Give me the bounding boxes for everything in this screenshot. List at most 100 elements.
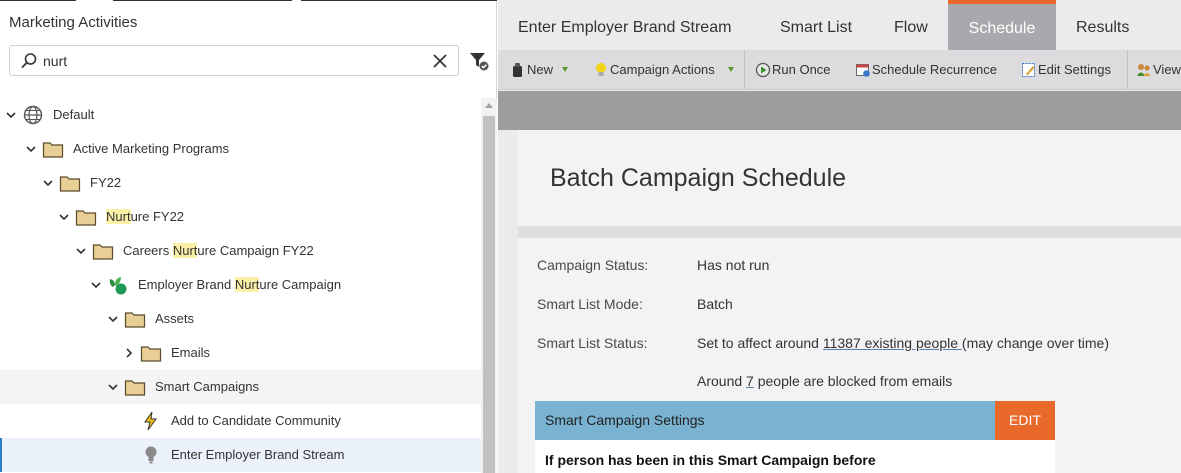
folder-icon (124, 309, 146, 329)
chevron-down-icon[interactable] (90, 279, 102, 291)
tree-node[interactable]: Enter Employer Brand Stream (0, 438, 481, 472)
edit-settings-button[interactable]: Edit Settings (1021, 50, 1116, 90)
chevron-down-icon[interactable] (58, 211, 70, 223)
label-suffix: FY22 (90, 175, 122, 190)
clear-search-icon[interactable] (432, 53, 448, 69)
app: Marketing Activities Default Active Marke… (0, 0, 1181, 473)
tree-node[interactable]: Smart Campaigns (0, 370, 481, 404)
tree-node-label: Smart Campaigns (155, 379, 259, 394)
run-once-label: Run Once (772, 62, 831, 77)
search-match-highlight: Nurt (106, 209, 131, 224)
toolbar-divider (1127, 50, 1128, 90)
campaign-status-label: Campaign Status: (537, 257, 649, 273)
folder-icon (140, 343, 162, 363)
tree-node[interactable]: Employer Brand Nurture Campaign (0, 268, 481, 302)
chevron-down-icon[interactable] (25, 143, 37, 155)
chevron-right-icon[interactable] (123, 347, 135, 359)
label-suffix: Enter Employer Brand Stream (171, 447, 345, 462)
smart-list-mode-value: Batch (697, 296, 733, 312)
chevron-down-icon (728, 67, 734, 72)
schedule-recurrence-label: Schedule Recurrence (872, 62, 998, 77)
new-button[interactable]: New (510, 50, 570, 90)
label-suffix: Emails (171, 345, 211, 360)
view-people-icon (1137, 64, 1151, 76)
search-icon (21, 53, 37, 68)
lightbulb-icon (596, 63, 606, 76)
tree-node-label: Careers Nurture Campaign FY22 (123, 243, 314, 258)
tree-node[interactable]: Active Marketing Programs (0, 132, 481, 166)
tree-node-label: FY22 (90, 175, 121, 190)
tab-smart-list[interactable]: Smart List (780, 0, 852, 50)
tab-schedule[interactable]: Schedule (948, 0, 1056, 50)
page-title: Batch Campaign Schedule (550, 164, 847, 192)
campaign-detail-panel: Enter Employer Brand Stream Smart List F… (498, 0, 1181, 473)
campaign-actions-label: Campaign Actions (610, 62, 715, 77)
smart-campaign-settings-header: Smart Campaign Settings (535, 401, 995, 440)
chevron-down-icon[interactable] (75, 245, 87, 257)
tree-node[interactable]: Default (0, 98, 481, 132)
tree-node-label: Active Marketing Programs (73, 141, 229, 156)
tree-node[interactable]: Add to Candidate Community (0, 404, 481, 438)
smart-campaign-settings-body: If person has been in this Smart Campaig… (535, 440, 1055, 473)
blocked-people-link[interactable]: 7 (746, 373, 754, 389)
tree-node-label: Assets (155, 311, 194, 326)
edit-settings-icon (1022, 63, 1035, 77)
tab-campaign-name[interactable]: Enter Employer Brand Stream (518, 0, 731, 50)
campaign-info: Campaign Status: Has not run Smart List … (518, 238, 1181, 473)
panel-divider-band (498, 91, 1181, 130)
view-label: View (1153, 62, 1181, 77)
activities-tree: Default Active Marketing Programs FY22 Nurt… (0, 98, 481, 472)
tree-node-label: Default (53, 107, 94, 122)
toolbar: New Campaign Actions Run Once Schedule R… (498, 50, 1181, 90)
tree-node[interactable]: Nurture FY22 (0, 200, 481, 234)
tab-flow[interactable]: Flow (894, 0, 928, 50)
tree-node[interactable]: FY22 (0, 166, 481, 200)
label-prefix: Careers (123, 243, 173, 258)
smart-list-status-label: Smart List Status: (537, 335, 648, 351)
chevron-down-icon (562, 67, 568, 72)
filter-icon[interactable] (468, 50, 490, 72)
scrollbar-thumb[interactable] (483, 116, 495, 473)
chevron-down-icon[interactable] (42, 177, 54, 189)
chevron-down-icon[interactable] (5, 109, 17, 121)
folder-icon (92, 241, 114, 261)
settings-header-label: Smart Campaign Settings (545, 412, 705, 428)
blocked-prefix: Around (697, 373, 747, 389)
edit-settings-label: Edit Settings (1038, 62, 1111, 77)
existing-people-link[interactable]: 11387 existing people (823, 335, 962, 351)
label-suffix: ure Campaign (259, 277, 342, 292)
label-suffix: Smart Campaigns (155, 379, 260, 394)
smart-list-status-value: Set to affect around 11387 existing peop… (697, 335, 1109, 351)
chevron-down-icon[interactable] (107, 313, 119, 325)
tree-node[interactable]: Assets (0, 302, 481, 336)
search-input[interactable] (43, 51, 423, 71)
status-prefix: Set to affect around (697, 335, 823, 351)
tree-node[interactable]: Emails (0, 336, 481, 370)
search-match-highlight: Nurt (234, 277, 260, 292)
tree-search-field[interactable] (9, 45, 459, 76)
lightning-icon (140, 411, 162, 431)
campaign-actions-button[interactable]: Campaign Actions (593, 50, 738, 90)
new-label: New (527, 62, 554, 77)
tree-scrollbar[interactable] (481, 98, 497, 473)
chevron-down-icon[interactable] (107, 381, 119, 393)
toolbar-divider (744, 50, 745, 90)
edit-button[interactable]: EDIT (995, 401, 1055, 440)
new-icon (513, 63, 522, 77)
blocked-suffix: people are blocked from emails (753, 373, 953, 389)
scroll-up-arrow-icon[interactable] (485, 103, 493, 108)
program-icon (107, 275, 129, 295)
tree-node[interactable]: Careers Nurture Campaign FY22 (0, 234, 481, 268)
tree-node-label: Emails (171, 345, 210, 360)
tree-node-label: Add to Candidate Community (171, 413, 341, 428)
folder-icon (59, 173, 81, 193)
schedule-header: Batch Campaign Schedule (518, 130, 1181, 226)
run-once-button[interactable]: Run Once (755, 50, 835, 90)
label-suffix: ure FY22 (130, 209, 185, 224)
label-prefix: Employer Brand (138, 277, 235, 292)
schedule-recurrence-button[interactable]: Schedule Recurrence (855, 50, 1000, 90)
tab-results[interactable]: Results (1076, 0, 1129, 50)
view-button[interactable]: View (1136, 50, 1181, 90)
campaign-status-value: Has not run (697, 257, 770, 273)
folder-icon (124, 377, 146, 397)
